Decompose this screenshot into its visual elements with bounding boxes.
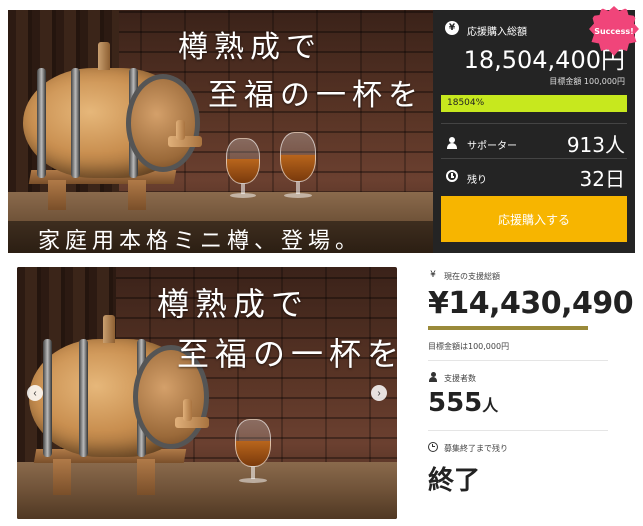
yen-icon: ¥ [430, 270, 436, 280]
progress-percent: 18504% [447, 98, 485, 108]
carousel-next-button[interactable]: › [371, 385, 387, 401]
barrel-hoop [79, 339, 88, 457]
barrel-stand-leg [48, 180, 66, 210]
divider [441, 123, 627, 124]
carousel-prev-button[interactable]: ‹ [27, 385, 43, 401]
barrel-hoop [71, 68, 80, 178]
divider [428, 430, 608, 431]
funding-stats-light: ¥ 現在の支援総額 ¥14,430,490 目標金額は100,000円 支援者数… [426, 268, 634, 518]
hero-title-line1: 樽熟成で [178, 30, 322, 65]
barrel-tap [175, 417, 209, 428]
page-root: 樽熟成で 至福の一杯を 家庭用本格ミニ樽、登場。 ¥ 応援購入総額 18,504… [0, 0, 643, 526]
whisky-glass [235, 419, 271, 467]
remaining-value: 32日 [579, 167, 625, 191]
hero-caption: 家庭用本格ミニ樽、登場。 [38, 229, 363, 253]
supporters-label: サポーター [467, 141, 517, 152]
supporters-unit: 人 [482, 396, 499, 415]
top-project-card: 樽熟成で 至福の一杯を 家庭用本格ミニ樽、登場。 ¥ 応援購入総額 18,504… [8, 6, 639, 253]
barrel-tap-handle [176, 120, 185, 140]
progress-bar: 18504% [441, 95, 627, 112]
hero-scene: 樽熟成で 至福の一杯を 家庭用本格ミニ樽、登場。 [8, 10, 433, 253]
remaining-label: 募集終了まで残り [444, 444, 508, 453]
barrel-hoop [43, 339, 52, 457]
barrel-cork [98, 42, 110, 70]
divider [428, 360, 608, 361]
barrel-tap-handle [183, 399, 192, 421]
hero-title-line1: 樽熟成で [157, 285, 310, 323]
whisky-glass [226, 138, 260, 184]
remaining-value: 終了 [428, 466, 481, 496]
barrel-stand-leg [137, 459, 155, 495]
barrel-stand-leg [128, 180, 146, 210]
bottom-hero-image: 樽熟成で 至福の一杯を ‹ › [17, 267, 397, 519]
clock-icon [445, 169, 459, 183]
glass-foot [284, 193, 312, 198]
supporters-label: 支援者数 [444, 374, 476, 383]
progress-bar [428, 326, 588, 330]
divider [441, 158, 627, 159]
barrel-cork [103, 315, 115, 343]
supporters-value: 555 [428, 388, 483, 418]
hero-caption-bar: 家庭用本格ミニ樽、登場。 [8, 221, 433, 253]
total-label: 現在の支援総額 [444, 272, 500, 281]
clock-icon [428, 442, 438, 452]
yen-icon: ¥ [445, 21, 459, 35]
total-amount: ¥14,430,490 [428, 286, 634, 321]
wooden-table [17, 462, 397, 519]
hero-scene: 樽熟成で 至福の一杯を [17, 267, 397, 519]
glass-foot [239, 478, 267, 483]
barrel-hoop [37, 68, 46, 178]
hero-title-line2: 至福の一杯を [208, 78, 424, 113]
target-amount: 目標金額は100,000円 [428, 342, 510, 351]
supporters-value: 913人 [566, 133, 625, 157]
person-icon [428, 372, 438, 382]
whisky-glass [280, 132, 316, 182]
barrel-tap [168, 136, 202, 147]
person-icon [445, 136, 459, 150]
barrel-face [126, 74, 200, 172]
glass-foot [230, 193, 256, 198]
hero-title-line2: 至福の一杯を [177, 335, 397, 373]
total-label: 応援購入総額 [467, 27, 527, 38]
support-purchase-button[interactable]: 応援購入する [441, 196, 627, 242]
target-amount: 目標金額 100,000円 [549, 77, 625, 86]
supporters-value-wrap: 555人 [428, 388, 498, 418]
barrel-stand-leg [53, 459, 71, 495]
top-hero-image: 樽熟成で 至福の一杯を 家庭用本格ミニ樽、登場。 [8, 10, 433, 253]
remaining-label: 残り [467, 175, 487, 186]
